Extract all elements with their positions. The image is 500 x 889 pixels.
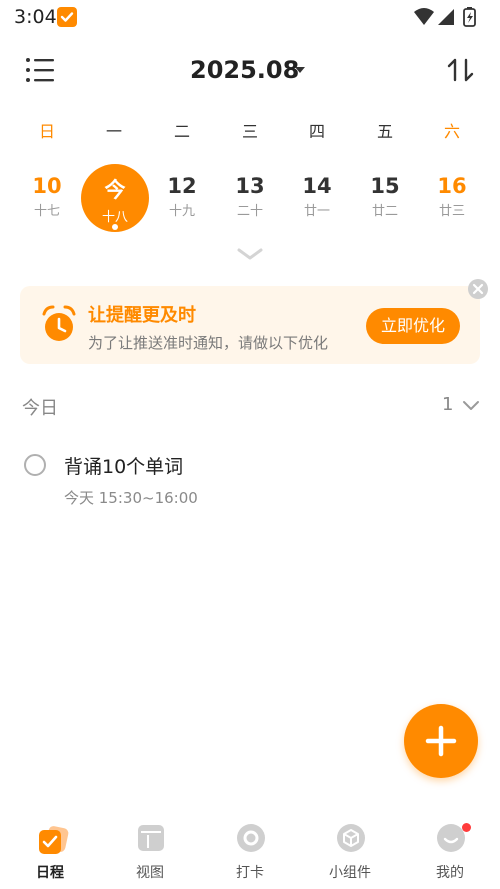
date-number: 15 xyxy=(370,174,400,198)
weekday-wed: 三 xyxy=(241,122,258,141)
date-number: 16 xyxy=(437,174,467,198)
top-bar: 2025.08 xyxy=(0,42,500,98)
signal-icon xyxy=(438,9,454,25)
date-number: 14 xyxy=(302,174,332,198)
date-cell[interactable]: 12 十九 xyxy=(152,162,212,232)
banner-description: 为了让推送准时通知，请做以下优化 xyxy=(88,334,329,352)
weekday-sat: 六 xyxy=(443,122,460,141)
add-task-button[interactable] xyxy=(404,704,478,778)
lunar-date: 十九 xyxy=(168,204,195,219)
lunar-date: 十七 xyxy=(33,204,60,219)
view-icon xyxy=(136,823,166,853)
date-number: 10 xyxy=(32,174,62,198)
weekday-tue: 二 xyxy=(173,122,190,141)
reminder-banner: 让提醒更及时 为了让推送准时通知，请做以下优化 立即优化 xyxy=(20,286,480,364)
schedule-icon xyxy=(36,823,69,854)
month-title[interactable]: 2025.08 xyxy=(190,56,299,84)
tab-label: 打卡 xyxy=(236,865,264,881)
date-number: 今 xyxy=(104,178,126,202)
task-title: 背诵10个单词 xyxy=(64,456,184,478)
lunar-date: 廿三 xyxy=(438,204,465,219)
date-cell[interactable]: 16 廿三 xyxy=(422,162,482,232)
caret-down-icon[interactable] xyxy=(293,62,307,76)
checkin-icon xyxy=(236,823,266,853)
weekday-thu: 四 xyxy=(308,122,325,141)
date-number: 12 xyxy=(167,174,197,198)
date-cell[interactable]: 14 廿一 xyxy=(287,162,347,232)
menu-icon[interactable] xyxy=(22,52,60,88)
lunar-date: 十八 xyxy=(101,210,128,225)
alarm-clock-icon xyxy=(40,304,78,344)
lunar-date: 廿二 xyxy=(371,204,398,219)
tab-label: 视图 xyxy=(136,865,164,881)
date-number: 13 xyxy=(235,174,265,198)
tab-widget[interactable]: 小组件 xyxy=(300,815,400,889)
optimize-now-button[interactable]: 立即优化 xyxy=(366,308,460,344)
today-section-header[interactable]: 今日 1 xyxy=(0,394,500,422)
banner-title: 让提醒更及时 xyxy=(88,305,196,326)
date-cell-selected[interactable]: 今 十八 xyxy=(81,164,149,232)
task-checkbox[interactable] xyxy=(24,454,46,476)
event-dot xyxy=(112,224,118,230)
tab-schedule[interactable]: 日程 xyxy=(0,815,100,889)
weekday-fri: 五 xyxy=(376,122,393,141)
chevron-down-icon[interactable] xyxy=(462,398,480,412)
task-item[interactable]: 背诵10个单词 今天 15:30~16:00 xyxy=(0,448,500,518)
widget-icon xyxy=(336,823,366,853)
weekday-mon: 一 xyxy=(105,122,122,141)
wifi-icon xyxy=(414,8,434,25)
plus-icon xyxy=(425,725,457,757)
status-time: 3:04 xyxy=(14,6,57,28)
tab-label: 小组件 xyxy=(329,865,371,881)
lunar-date: 廿一 xyxy=(303,204,330,219)
task-time: 今天 15:30~16:00 xyxy=(64,489,198,507)
bottom-tab-bar: 日程 视图 打卡 小组件 我的 xyxy=(0,815,500,889)
section-title: 今日 xyxy=(22,398,58,419)
app-notification-icon xyxy=(57,7,77,27)
date-cell[interactable]: 15 廿二 xyxy=(355,162,415,232)
tab-label: 日程 xyxy=(36,865,64,881)
tab-label: 我的 xyxy=(436,865,464,881)
sort-icon[interactable] xyxy=(444,52,480,88)
notification-badge xyxy=(462,823,471,832)
status-bar: 3:04 xyxy=(0,0,500,34)
week-dates: 10 十七 今 十八 12 十九 13 二十 14 廿一 15 廿二 16 廿三 xyxy=(0,162,500,242)
system-status-icons xyxy=(412,6,482,28)
task-count: 1 xyxy=(442,394,454,415)
weekday-sun: 日 xyxy=(38,122,55,141)
expand-calendar-chevron-icon[interactable] xyxy=(236,246,264,262)
lunar-date: 二十 xyxy=(236,204,263,219)
close-banner-icon[interactable] xyxy=(468,279,488,299)
tab-view[interactable]: 视图 xyxy=(100,815,200,889)
date-cell[interactable]: 13 二十 xyxy=(220,162,280,232)
date-cell[interactable]: 10 十七 xyxy=(17,162,77,232)
tab-profile[interactable]: 我的 xyxy=(400,815,500,889)
tab-checkin[interactable]: 打卡 xyxy=(200,815,300,889)
